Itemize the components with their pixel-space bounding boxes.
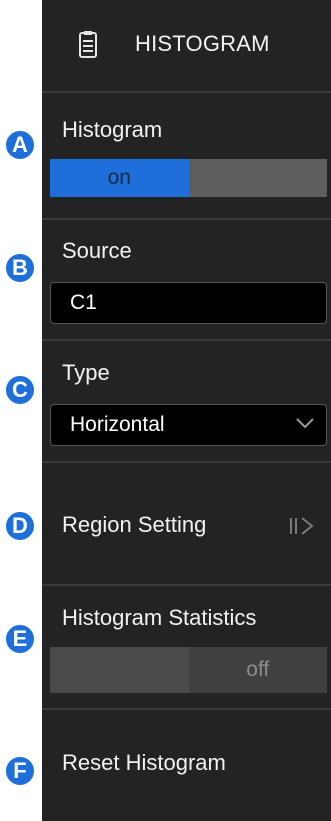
histogram-on-option[interactable]: on [50,159,189,197]
reset-histogram-item[interactable]: Reset Histogram [42,710,331,821]
source-section: Source C1 [42,220,331,341]
reset-histogram-label: Reset Histogram [62,750,226,775]
statistics-on-option[interactable] [50,647,189,693]
marker-a: A [4,129,36,161]
histogram-section: Histogram on [42,93,331,220]
marker-f: F [4,755,36,787]
marker-b: B [4,252,36,284]
marker-c: C [4,374,36,406]
histogram-menu-panel: HISTOGRAM Histogram on Source C1 Type Ho… [42,0,331,821]
source-label: Source [62,238,132,263]
menu-header: HISTOGRAM [42,0,331,93]
histogram-label: Histogram [62,117,163,142]
type-select-value: Horizontal [70,413,165,436]
marker-e: E [4,623,36,655]
chevron-down-icon [296,418,314,429]
region-setting-label: Region Setting [62,512,207,537]
histogram-statistics-toggle[interactable]: off [50,647,327,693]
type-label: Type [62,360,110,385]
histogram-statistics-section: Histogram Statistics off [42,586,331,710]
submenu-arrow-icon [290,517,314,535]
menu-document-icon [79,31,97,58]
histogram-off-option[interactable] [188,159,327,197]
source-field[interactable]: C1 [50,282,327,324]
marker-d: D [4,510,36,542]
menu-title: HISTOGRAM [135,31,270,56]
type-select[interactable]: Horizontal [50,404,327,446]
histogram-toggle[interactable]: on [50,159,327,197]
region-setting-item[interactable]: Region Setting [42,463,331,586]
type-section: Type Horizontal [42,341,331,463]
statistics-off-option[interactable]: off [188,647,327,693]
histogram-statistics-label: Histogram Statistics [62,605,257,630]
